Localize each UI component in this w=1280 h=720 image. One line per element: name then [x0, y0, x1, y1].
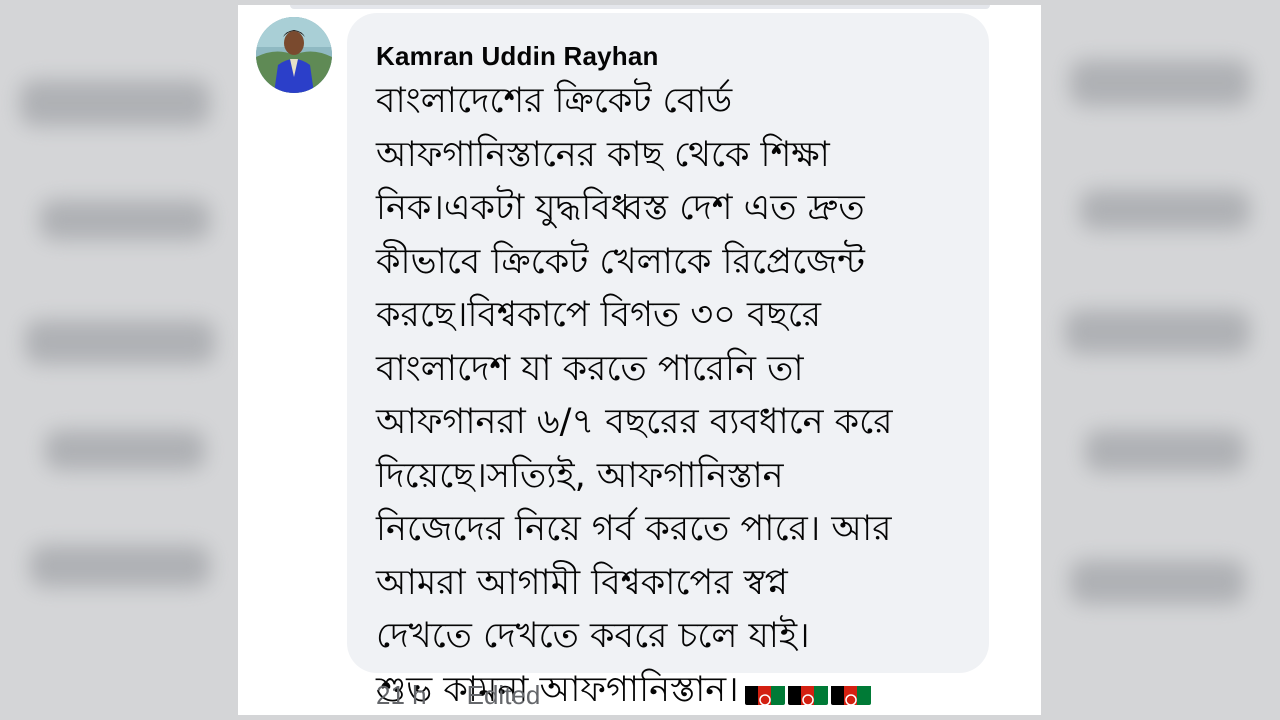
comment-line: আফগানরা ৬/৭ বছরের ব্যবধানে করে	[376, 402, 893, 442]
comment-line: নিজেদের নিয়ে গর্ব করতে পারে। আর	[376, 509, 892, 549]
comment-bubble: Kamran Uddin Rayhan বাংলাদেশের ক্রিকেট ব…	[347, 13, 989, 710]
comment-line: নিক।একটা যুদ্ধবিধ্বস্ত দেশ এত দ্রুত	[376, 188, 865, 228]
comment-line: দেখতে দেখতে কবরে চলে যাই।	[376, 616, 810, 656]
flags-group	[744, 664, 874, 715]
avatar[interactable]	[256, 17, 332, 93]
edited-label: Edited	[466, 680, 541, 710]
afghanistan-flag-icon	[744, 677, 785, 705]
comment-line: কীভাবে ক্রিকেট খেলাকে রিপ্রেজেন্ট	[376, 241, 865, 282]
comment-text: বাংলাদেশের ক্রিকেট বোর্ড আফগানিস্তানের ক…	[376, 75, 976, 715]
comment-line: করছে।বিশ্বকাপে বিগত ৩০ বছরে	[376, 295, 822, 335]
comment-line: আফগানিস্তানের কাছ থেকে শিক্ষা	[376, 134, 830, 175]
afghanistan-flag-icon	[787, 677, 828, 705]
comment-line: দিয়েছে।সত্যিই, আফগানিস্তান	[376, 455, 784, 496]
comment-line: বাংলাদেশ যা করতে পারেনি তা	[376, 348, 804, 389]
comment-line: বাংলাদেশের ক্রিকেট বোর্ড	[376, 81, 733, 121]
previous-comment-edge	[290, 5, 990, 9]
comment-line: আমরা আগামী বিশ্বকাপের স্বপ্ন	[376, 562, 788, 603]
comment-timestamp[interactable]: 21 h	[376, 680, 427, 710]
comment-meta: 21 h Edited	[376, 680, 580, 711]
comment-screenshot: Kamran Uddin Rayhan বাংলাদেশের ক্রিকেট ব…	[238, 5, 1041, 715]
comment-author[interactable]: Kamran Uddin Rayhan	[376, 41, 659, 72]
avatar-photo	[256, 17, 332, 93]
afghanistan-flag-icon	[830, 677, 871, 705]
